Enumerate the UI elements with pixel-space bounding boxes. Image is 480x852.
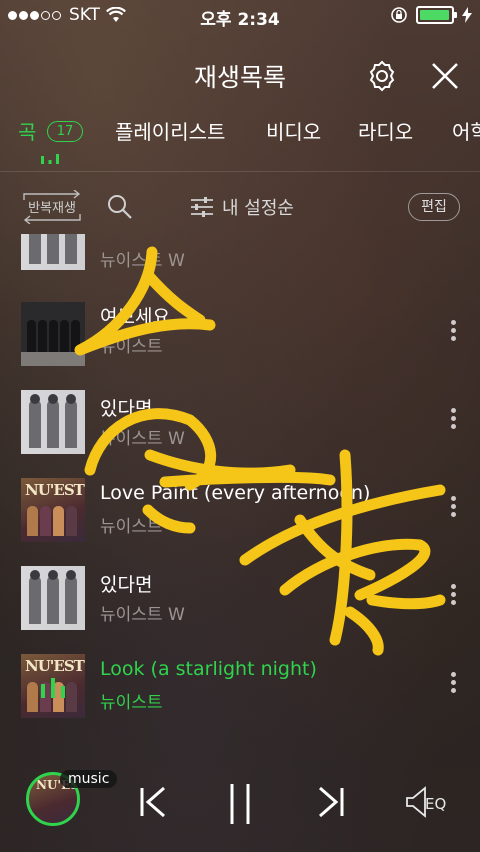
category-tabs: 곡 17 플레이리스트 비디오 라디오 어학 <box>0 116 480 176</box>
equalizer-button[interactable]: EQ <box>405 784 455 820</box>
song-artist: 뉴이스트 <box>100 337 163 357</box>
eq-label: EQ <box>425 795 447 813</box>
list-item[interactable]: 있다면 뉴이스트 W <box>0 558 480 646</box>
sort-label: 내 설정순 <box>222 198 294 219</box>
sliders-icon <box>191 197 213 217</box>
search-icon <box>108 195 132 219</box>
edit-button[interactable]: 편집 <box>408 193 460 221</box>
equalizer-indicator-icon <box>41 154 59 164</box>
album-art: NU'EST <box>21 478 85 542</box>
gear-icon <box>369 60 395 92</box>
song-count-badge: 17 <box>46 121 84 142</box>
tabs-divider <box>0 171 480 172</box>
album-logo-text: NU'EST <box>25 481 85 499</box>
charging-bolt-icon <box>462 7 472 23</box>
repeat-button[interactable]: 반복재생 <box>20 190 84 224</box>
tab-songs-label: 곡 <box>18 120 37 144</box>
album-art: NU'EST <box>21 654 85 718</box>
song-artist: 뉴이스트 W <box>100 605 185 625</box>
tab-songs[interactable]: 곡 17 <box>18 116 84 145</box>
close-button[interactable] <box>427 58 463 94</box>
playlist-header: 재생목록 <box>0 50 480 100</box>
tab-playlists[interactable]: 플레이리스트 <box>115 116 225 145</box>
settings-button[interactable] <box>364 58 400 94</box>
more-options-button[interactable] <box>446 584 460 614</box>
album-art <box>21 390 85 454</box>
list-item[interactable]: NU'EST Love Paint (every afternoon) 뉴이스트 <box>0 470 480 558</box>
mini-player: NU'EST music EQ <box>0 760 480 852</box>
list-item-now-playing[interactable]: NU'EST Look (a starlight night) 뉴이스트 <box>0 646 480 734</box>
song-artist: 뉴이스트 W <box>100 429 185 449</box>
more-options-button[interactable] <box>446 672 460 702</box>
repeat-label: 반복재생 <box>28 201 76 216</box>
pause-icon <box>230 784 250 824</box>
sort-button[interactable]: 내 설정순 <box>190 192 294 222</box>
pause-button[interactable] <box>220 782 260 824</box>
album-art <box>21 234 85 270</box>
tab-language[interactable]: 어학 <box>452 116 480 145</box>
album-logo-text: NU'EST <box>25 657 85 675</box>
previous-icon <box>140 786 165 818</box>
music-badge: music <box>60 770 118 788</box>
more-options-button[interactable] <box>446 496 460 526</box>
now-playing-equalizer-icon <box>41 678 65 698</box>
next-button[interactable] <box>310 782 350 822</box>
search-button[interactable] <box>106 193 134 221</box>
list-item[interactable]: 뉴이스트 W <box>0 234 480 282</box>
song-title: 있다면 <box>100 574 153 596</box>
close-icon <box>432 63 458 89</box>
more-options-button[interactable] <box>446 320 460 350</box>
list-toolbar: 반복재생 내 설정순 편집 <box>0 186 480 226</box>
album-art <box>21 302 85 366</box>
song-title: 여보세요 <box>100 306 170 328</box>
song-list: 뉴이스트 W 여보세요 뉴이스트 있다면 뉴이스트 W NU'EST Love … <box>0 234 480 734</box>
song-artist: 뉴이스트 W <box>100 251 185 271</box>
list-item[interactable]: 여보세요 뉴이스트 <box>0 294 480 382</box>
song-artist: 뉴이스트 <box>100 517 163 537</box>
song-title: Look (a starlight night) <box>100 658 317 680</box>
song-title: Love Paint (every afternoon) <box>100 482 371 504</box>
album-art <box>21 566 85 630</box>
song-artist: 뉴이스트 <box>100 693 163 713</box>
next-icon <box>319 786 344 818</box>
status-bar: SKT 오후 2:34 <box>0 0 480 32</box>
tab-videos[interactable]: 비디오 <box>266 116 321 145</box>
page-title: 재생목록 <box>193 63 286 92</box>
battery-icon <box>416 6 457 24</box>
status-right-area <box>390 6 472 24</box>
orientation-lock-icon <box>391 7 407 23</box>
list-item[interactable]: 있다면 뉴이스트 W <box>0 382 480 470</box>
tab-radio[interactable]: 라디오 <box>358 116 413 145</box>
previous-button[interactable] <box>134 782 174 822</box>
more-options-button[interactable] <box>446 408 460 438</box>
song-title: 있다면 <box>100 398 153 420</box>
